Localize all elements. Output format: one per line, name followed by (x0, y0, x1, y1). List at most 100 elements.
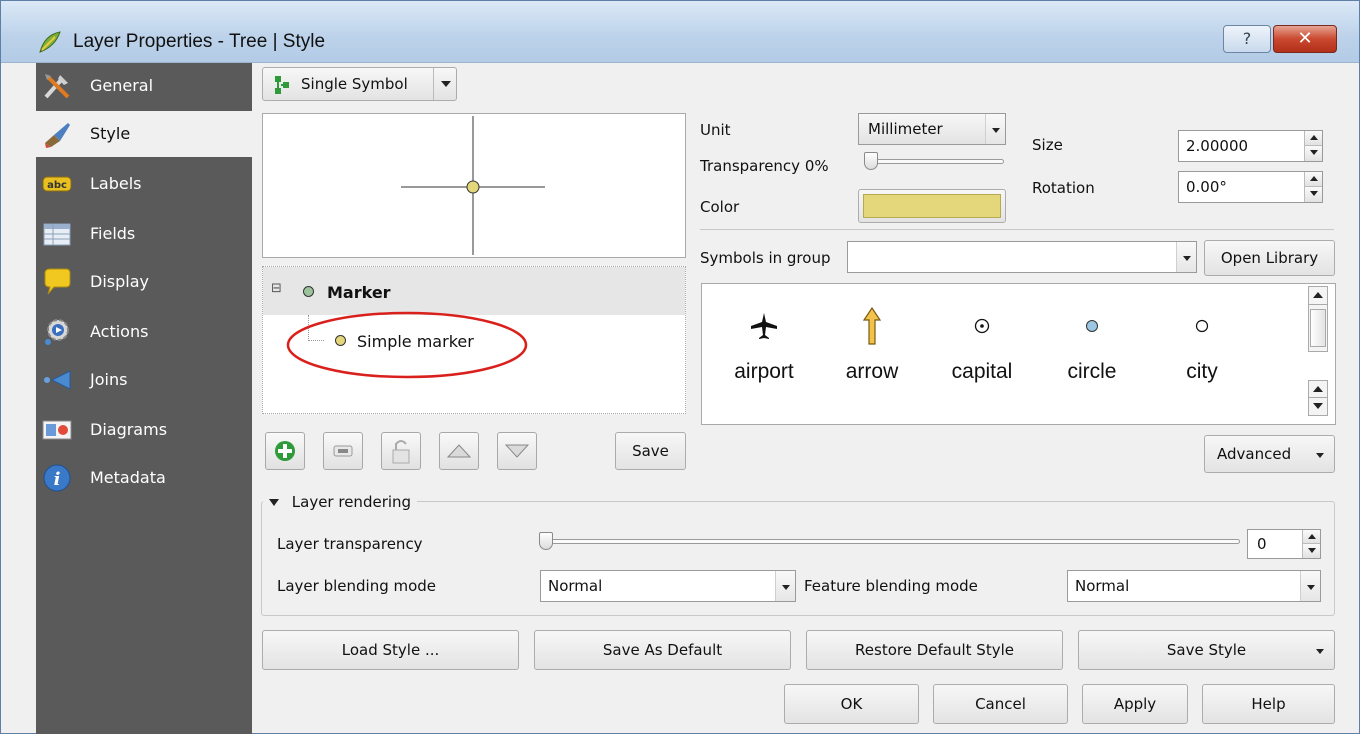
tree-marker-label: Marker (327, 283, 391, 302)
symbols-group-label: Symbols in group (700, 249, 831, 267)
scrollbar-thumb[interactable] (1310, 309, 1326, 347)
sidebar-item-fields[interactable]: Fields (36, 211, 252, 257)
symbol-preview (262, 113, 686, 258)
sidebar-item-metadata[interactable]: i Metadata (36, 455, 252, 501)
symbol-name: circle (1067, 360, 1117, 383)
rotation-spinbox[interactable]: 0.00° (1178, 171, 1323, 203)
add-layer-button[interactable] (265, 432, 305, 470)
lock-layer-button[interactable] (381, 432, 421, 470)
load-style-button[interactable]: Load Style ... (262, 630, 519, 670)
title-bar[interactable]: Layer Properties - Tree | Style ? ✕ (1, 1, 1359, 63)
help-button[interactable]: Help (1202, 684, 1335, 724)
cancel-button[interactable]: Cancel (933, 684, 1068, 724)
layer-transparency-slider[interactable] (546, 539, 1240, 544)
chevron-down-icon (775, 571, 795, 601)
collapse-triangle-icon[interactable] (269, 499, 279, 506)
dotted-circle-icon (974, 318, 990, 334)
symbol-layer-tree: ⊟ Marker Simple marker (262, 266, 686, 414)
sidebar-item-actions[interactable]: Actions (36, 309, 252, 355)
blue-circle-icon (1086, 320, 1098, 332)
chevron-down-icon (1176, 242, 1196, 272)
lock-icon (392, 440, 410, 464)
restore-default-style-button[interactable]: Restore Default Style (806, 630, 1063, 670)
speech-bubble-icon (44, 268, 71, 295)
spin-down-icon[interactable] (1304, 146, 1322, 161)
rotation-value: 0.00° (1186, 178, 1227, 196)
remove-layer-button[interactable] (323, 432, 363, 470)
renderer-type-value: Single Symbol (301, 75, 408, 93)
layer-rendering-header[interactable]: Layer rendering (263, 493, 418, 511)
ok-button[interactable]: OK (784, 684, 919, 724)
chevron-down-icon (1316, 649, 1324, 654)
spin-up-icon[interactable] (1302, 530, 1320, 544)
symbol-name: city (1186, 360, 1218, 383)
airplane-icon (751, 313, 777, 339)
sidebar-item-diagrams[interactable]: Diagrams (36, 407, 252, 453)
transparency-slider[interactable] (869, 159, 1004, 164)
symbol-list-scroll-buttons[interactable] (1308, 380, 1328, 416)
symbol-item-circle[interactable]: circle (1042, 306, 1142, 384)
chevron-down-icon (1300, 571, 1320, 601)
symbol-name: arrow (845, 360, 899, 383)
triangle-down-icon (504, 444, 530, 458)
symbol-item-city[interactable]: city (1152, 306, 1252, 384)
renderer-icon (275, 76, 289, 94)
apply-button[interactable]: Apply (1082, 684, 1188, 724)
tools-icon (44, 74, 70, 99)
window-title: Layer Properties - Tree | Style (73, 31, 326, 52)
move-down-button[interactable] (497, 432, 537, 470)
advanced-button[interactable]: Advanced (1204, 435, 1335, 473)
open-library-button[interactable]: Open Library (1204, 240, 1335, 276)
info-icon: i (43, 464, 71, 492)
layer-transparency-slider-handle[interactable] (539, 532, 553, 550)
layer-properties-window: Layer Properties - Tree | Style ? ✕ Gene… (0, 0, 1360, 734)
annotation-ellipse (286, 311, 528, 379)
spin-up-icon[interactable] (1304, 131, 1322, 146)
color-button[interactable] (858, 189, 1006, 223)
sidebar-item-label: Joins (90, 370, 128, 389)
size-value: 2.00000 (1186, 137, 1249, 155)
layer-transparency-spinbox[interactable]: 0 (1247, 529, 1321, 559)
save-as-default-button[interactable]: Save As Default (534, 630, 791, 670)
divider (700, 229, 1334, 230)
unit-label: Unit (700, 121, 731, 139)
move-up-button[interactable] (439, 432, 479, 470)
transparency-slider-handle[interactable] (864, 152, 878, 170)
feature-blending-label: Feature blending mode (804, 577, 978, 595)
sidebar-item-label: Labels (90, 174, 142, 193)
scroll-up-icon[interactable] (1309, 287, 1327, 305)
abc-icon: abc (42, 176, 72, 192)
symbol-name: airport (734, 360, 794, 383)
layer-blending-value: Normal (548, 577, 603, 595)
sidebar-item-display[interactable]: Display (36, 259, 252, 305)
size-spinbox[interactable]: 2.00000 (1178, 130, 1323, 162)
sidebar-item-label: Display (90, 272, 149, 291)
close-button[interactable]: ✕ (1273, 25, 1337, 53)
spin-down-icon[interactable] (1304, 187, 1322, 202)
help-title-button[interactable]: ? (1223, 25, 1271, 53)
layer-transparency-label: Layer transparency (277, 535, 423, 553)
unit-combo[interactable]: Millimeter (858, 113, 1006, 145)
sidebar-item-labels[interactable]: abc Labels (36, 161, 252, 207)
symbols-group-combo[interactable] (847, 241, 1197, 273)
scroll-down-icon[interactable] (1309, 398, 1327, 415)
sidebar-item-style[interactable]: Style (36, 111, 252, 157)
sidebar: General Style abc Labels Fields Display … (36, 63, 252, 734)
sidebar-item-general[interactable]: General (36, 63, 252, 109)
renderer-type-combo[interactable]: Single Symbol (262, 67, 457, 101)
symbol-list-scrollbar[interactable] (1308, 286, 1328, 352)
symbol-item-arrow[interactable]: arrow (822, 306, 922, 384)
feature-blending-combo[interactable]: Normal (1067, 570, 1321, 602)
symbol-item-capital[interactable]: capital (932, 306, 1032, 384)
layer-blending-combo[interactable]: Normal (540, 570, 796, 602)
spin-up-icon[interactable] (1304, 172, 1322, 187)
collapse-icon[interactable]: ⊟ (271, 281, 282, 296)
save-symbol-button[interactable]: Save (615, 432, 686, 470)
symbol-item-airport[interactable]: airport (714, 306, 814, 384)
sidebar-item-joins[interactable]: Joins (36, 357, 252, 403)
color-swatch (863, 194, 1001, 218)
spin-down-icon[interactable] (1302, 544, 1320, 558)
up-arrow-icon (862, 306, 882, 345)
scroll-up-icon[interactable] (1309, 381, 1327, 398)
save-style-button[interactable]: Save Style (1078, 630, 1335, 670)
